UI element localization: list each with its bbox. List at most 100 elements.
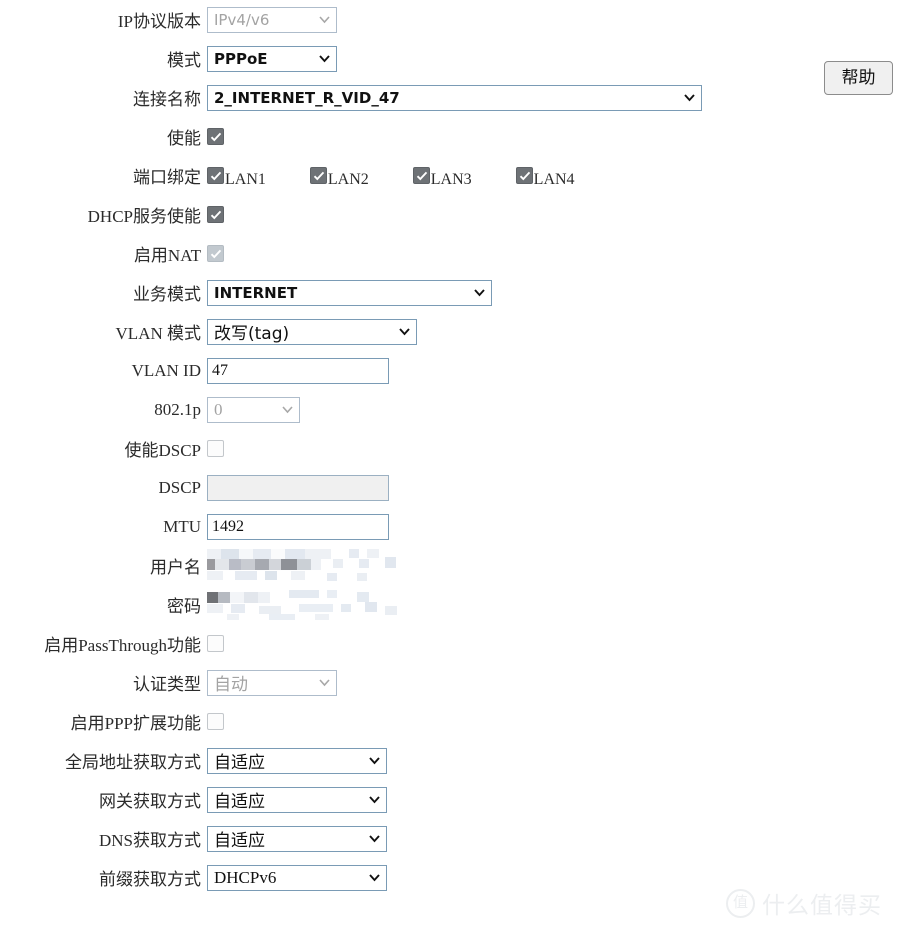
label-dscp: DSCP bbox=[158, 477, 201, 497]
chevron-down-icon bbox=[282, 404, 293, 415]
lan-port-item[interactable]: LAN3 bbox=[412, 167, 472, 188]
label-dns-mode: DNS获取方式 bbox=[98, 831, 201, 850]
label-mtu: MTU bbox=[163, 516, 201, 536]
dns-mode-value: 自适应 bbox=[214, 831, 265, 850]
row-gateway-mode: 网关获取方式 自适应 bbox=[0, 780, 760, 819]
passthrough-checkbox[interactable] bbox=[207, 635, 224, 652]
label-passthrough: 启用PassThrough功能 bbox=[44, 636, 201, 655]
lan2-checkbox[interactable] bbox=[309, 167, 327, 184]
label-service-mode: 业务模式 bbox=[133, 285, 201, 304]
row-connection-name: 连接名称 2_INTERNET_R_VID_47 bbox=[0, 78, 760, 117]
mode-select[interactable]: PPPoE bbox=[207, 45, 337, 72]
row-ppp-extension: 启用PPP扩展功能 bbox=[0, 702, 760, 741]
row-port-binding: 端口绑定 LAN1 LAN2 LAN3 LAN4 bbox=[0, 156, 760, 195]
label-dscp-enable: 使能DSCP bbox=[124, 441, 201, 460]
check-mark-icon bbox=[519, 170, 531, 182]
label-gateway-mode: 网关获取方式 bbox=[99, 792, 201, 811]
check-mark-icon bbox=[416, 170, 428, 182]
dscp-enable-checkbox[interactable] bbox=[207, 440, 224, 457]
prefix-mode-value: DHCPv6 bbox=[214, 867, 277, 887]
prefix-mode-select[interactable]: DHCPv6 bbox=[207, 864, 387, 891]
connection-name-value: 2_INTERNET_R_VID_47 bbox=[214, 88, 400, 107]
lan-port-item[interactable]: LAN1 bbox=[207, 167, 266, 188]
label-username: 用户名 bbox=[150, 558, 201, 577]
lan4-checkbox[interactable] bbox=[515, 167, 533, 184]
dscp-input[interactable] bbox=[207, 474, 389, 501]
row-password: 密码 bbox=[0, 585, 760, 624]
label-connection-name: 连接名称 bbox=[133, 90, 201, 109]
row-dhcp-enable: DHCP服务使能 bbox=[0, 195, 760, 234]
label-dhcp-enable: DHCP服务使能 bbox=[87, 207, 201, 226]
mode-value: PPPoE bbox=[214, 49, 268, 68]
auth-type-value: 自动 bbox=[214, 675, 248, 695]
row-dscp: DSCP bbox=[0, 468, 760, 507]
dns-mode-select[interactable]: 自适应 bbox=[207, 825, 387, 852]
watermark-text: 什么值得买 bbox=[762, 893, 882, 919]
global-address-mode-select[interactable]: 自适应 bbox=[207, 747, 387, 774]
label-prefix-mode: 前缀获取方式 bbox=[99, 870, 201, 889]
auth-type-select[interactable]: 自动 bbox=[207, 669, 337, 696]
password-input-censored[interactable] bbox=[207, 589, 407, 620]
chevron-down-icon bbox=[319, 14, 330, 25]
row-auth-type: 认证类型 自动 bbox=[0, 663, 760, 702]
help-button[interactable]: 帮助 bbox=[824, 61, 893, 95]
vlan-id-input[interactable]: 47 bbox=[207, 357, 389, 384]
service-mode-select[interactable]: INTERNET bbox=[207, 279, 492, 306]
chevron-down-icon bbox=[369, 872, 380, 883]
enable-checkbox[interactable] bbox=[207, 128, 224, 145]
label-port-binding: 端口绑定 bbox=[133, 168, 201, 187]
lan3-label: LAN3 bbox=[430, 171, 472, 188]
username-input-censored[interactable] bbox=[207, 548, 407, 583]
gateway-mode-select[interactable]: 自适应 bbox=[207, 786, 387, 813]
row-enable: 使能 bbox=[0, 117, 760, 156]
chevron-down-icon bbox=[474, 287, 485, 298]
dot1p-value: 0 bbox=[214, 399, 223, 419]
mtu-input[interactable]: 1492 bbox=[207, 513, 389, 540]
lan3-checkbox[interactable] bbox=[412, 167, 430, 184]
row-global-address-mode: 全局地址获取方式 自适应 bbox=[0, 741, 760, 780]
vlan-mode-value: 改写(tag) bbox=[214, 324, 290, 344]
global-address-mode-value: 自适应 bbox=[214, 753, 265, 772]
label-vlan-mode: VLAN 模式 bbox=[115, 324, 201, 343]
label-nat-enable: 启用NAT bbox=[133, 246, 201, 265]
row-prefix-mode: 前缀获取方式 DHCPv6 bbox=[0, 858, 760, 897]
check-mark-icon bbox=[210, 209, 222, 221]
chevron-down-icon bbox=[319, 53, 330, 64]
gateway-mode-value: 自适应 bbox=[214, 792, 265, 811]
label-enable: 使能 bbox=[167, 129, 201, 148]
row-ip-version: IP协议版本 IPv4/v6 bbox=[0, 0, 760, 39]
chevron-down-icon bbox=[319, 677, 330, 688]
row-passthrough: 启用PassThrough功能 bbox=[0, 624, 760, 663]
label-auth-type: 认证类型 bbox=[133, 675, 201, 694]
connection-name-select[interactable]: 2_INTERNET_R_VID_47 bbox=[207, 84, 702, 111]
label-vlan-id: VLAN ID bbox=[131, 360, 201, 380]
nat-enable-checkbox[interactable] bbox=[207, 245, 224, 262]
service-mode-value: INTERNET bbox=[214, 283, 298, 302]
vlan-mode-select[interactable]: 改写(tag) bbox=[207, 318, 417, 345]
row-vlan-id: VLAN ID 47 bbox=[0, 351, 760, 390]
dot1p-select[interactable]: 0 bbox=[207, 396, 300, 423]
row-service-mode: 业务模式 INTERNET bbox=[0, 273, 760, 312]
row-username: 用户名 bbox=[0, 546, 760, 585]
chevron-down-icon bbox=[369, 833, 380, 844]
row-mode: 模式 PPPoE bbox=[0, 39, 760, 78]
check-mark-icon bbox=[210, 131, 222, 143]
lan4-label: LAN4 bbox=[533, 171, 575, 188]
ip-version-select[interactable]: IPv4/v6 bbox=[207, 6, 337, 33]
chevron-down-icon bbox=[399, 326, 410, 337]
label-ppp-extension: 启用PPP扩展功能 bbox=[70, 714, 201, 733]
check-mark-icon bbox=[210, 170, 222, 182]
check-mark-icon bbox=[210, 248, 222, 260]
lan-port-item[interactable]: LAN2 bbox=[309, 167, 369, 188]
label-global-address-mode: 全局地址获取方式 bbox=[65, 753, 201, 772]
row-vlan-mode: VLAN 模式 改写(tag) bbox=[0, 312, 760, 351]
row-nat-enable: 启用NAT bbox=[0, 234, 760, 273]
chevron-down-icon bbox=[684, 92, 695, 103]
lan1-checkbox[interactable] bbox=[207, 167, 224, 184]
chevron-down-icon bbox=[369, 755, 380, 766]
lan-port-item[interactable]: LAN4 bbox=[515, 167, 575, 188]
label-ip-version: IP协议版本 bbox=[117, 12, 201, 31]
ppp-extension-checkbox[interactable] bbox=[207, 713, 224, 730]
dhcp-enable-checkbox[interactable] bbox=[207, 206, 224, 223]
lan-port-group: LAN1 LAN2 LAN3 LAN4 bbox=[207, 167, 575, 188]
